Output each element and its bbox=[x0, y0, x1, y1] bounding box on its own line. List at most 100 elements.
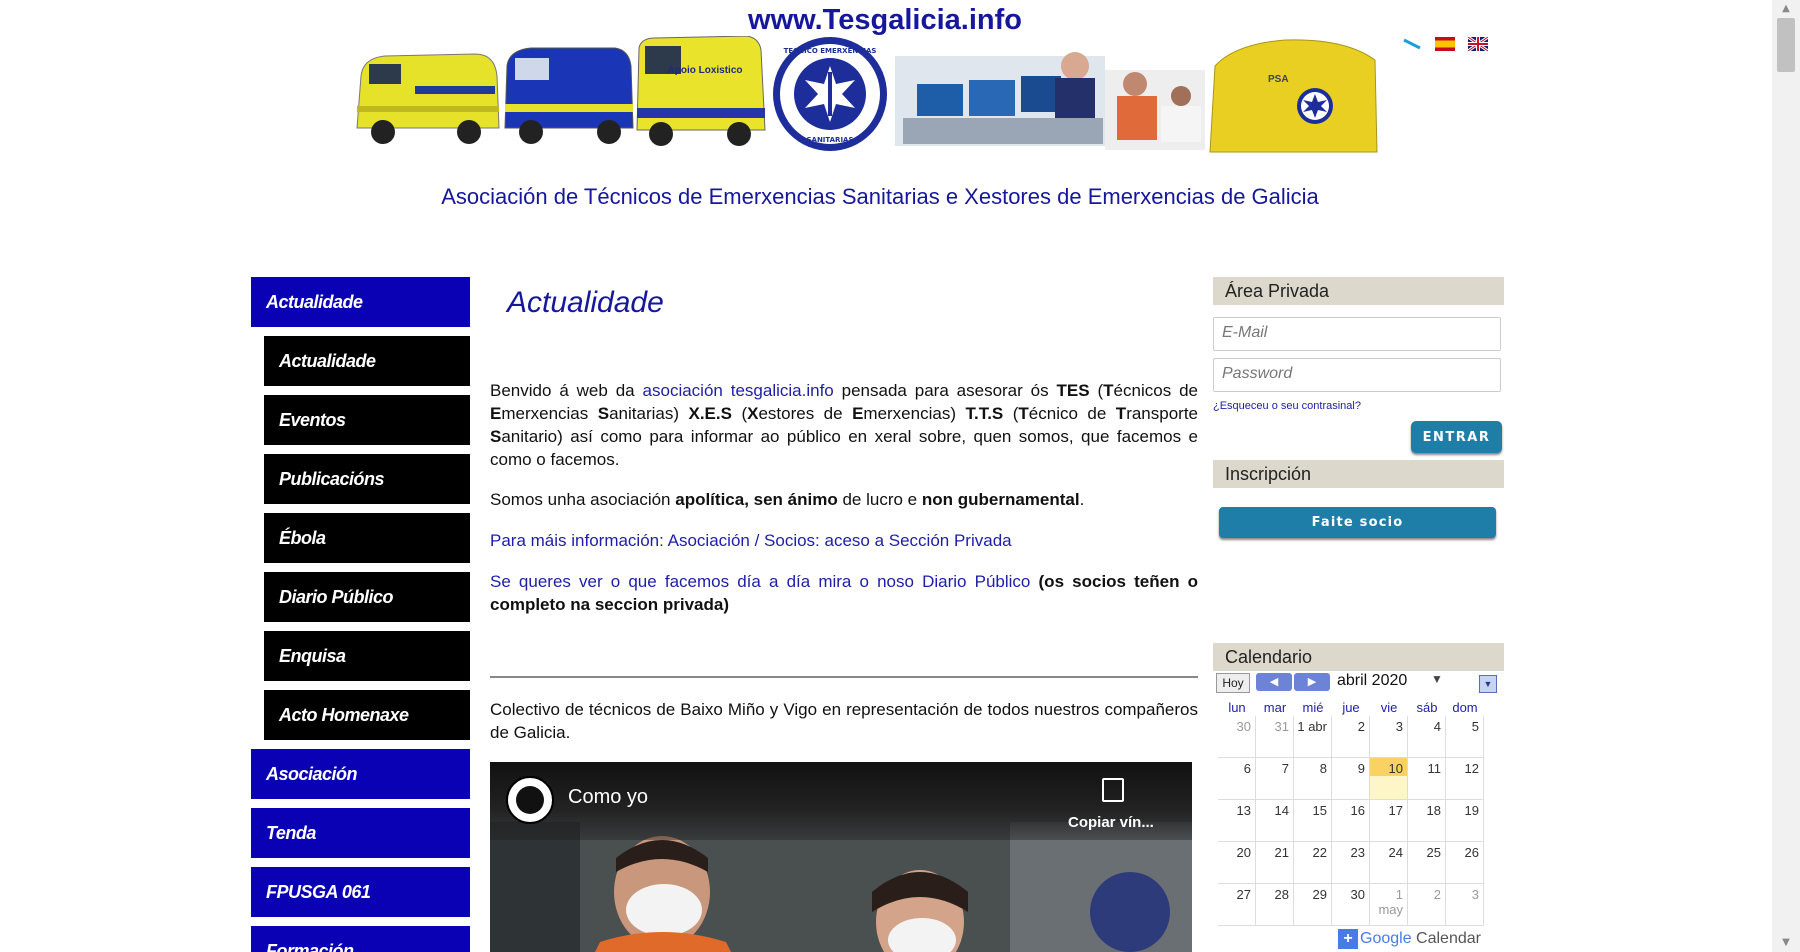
intro-bold: X.E.S bbox=[688, 404, 732, 423]
calendar-day[interactable]: 2 bbox=[1332, 716, 1370, 758]
site-subtitle: Asociación de Técnicos de Emerxencias Sa… bbox=[441, 184, 1319, 209]
calendar-day[interactable]: 26 bbox=[1446, 842, 1484, 884]
copy-link-label[interactable]: Copiar vín... bbox=[1068, 814, 1154, 831]
calendar-day[interactable]: 27 bbox=[1218, 884, 1256, 926]
become-member-button[interactable]: Faite socio bbox=[1219, 507, 1496, 538]
calendar-day[interactable]: 20 bbox=[1218, 842, 1256, 884]
calendar-day[interactable]: 9 bbox=[1332, 758, 1370, 800]
about-text: Somos unha asociación bbox=[490, 490, 676, 509]
header-banner[interactable]: Apoio Loxistico TECNICO EMERXENCIAS SANI… bbox=[355, 35, 1380, 154]
calendar-day-today[interactable]: 10 bbox=[1370, 758, 1408, 800]
nav-subitem-acto-homenaxe[interactable]: Acto Homenaxe bbox=[264, 690, 470, 740]
calendar-day[interactable]: 21 bbox=[1256, 842, 1294, 884]
nav-item-actualidade[interactable]: Actualidade bbox=[251, 277, 470, 327]
calendar-day[interactable]: 14 bbox=[1256, 800, 1294, 842]
email-field[interactable]: E-Mail bbox=[1213, 317, 1501, 351]
calendar-day[interactable]: 1 may bbox=[1370, 884, 1408, 926]
diario-publico-link[interactable]: Diario Público bbox=[922, 572, 1030, 591]
calendar-day[interactable]: 3 bbox=[1446, 884, 1484, 926]
association-page-link[interactable]: Asociación bbox=[668, 531, 750, 550]
nav-subitem-enquisa[interactable]: Enquisa bbox=[264, 631, 470, 681]
inscription-title: Inscripción bbox=[1213, 460, 1504, 488]
calendar-day[interactable]: 24 bbox=[1370, 842, 1408, 884]
calendar-day[interactable]: 19 bbox=[1446, 800, 1484, 842]
intro-text: merxencias bbox=[501, 404, 598, 423]
calendar-month[interactable]: abril 2020 bbox=[1337, 672, 1407, 690]
ambulance-icon bbox=[636, 35, 766, 146]
calendar-day[interactable]: 13 bbox=[1218, 800, 1256, 842]
calendar-day[interactable]: 23 bbox=[1332, 842, 1370, 884]
calendar-day[interactable]: 7 bbox=[1256, 758, 1294, 800]
intro-bold: S bbox=[597, 404, 610, 423]
calendar-day[interactable]: 22 bbox=[1294, 842, 1332, 884]
calendar-day[interactable]: 12 bbox=[1446, 758, 1484, 800]
nav-item-asociacion[interactable]: Asociación bbox=[251, 749, 470, 799]
intro-text: écnico de bbox=[1028, 404, 1116, 423]
intro-text: pensada para asesorar ós bbox=[833, 381, 1057, 400]
prev-month-button[interactable]: ◀ bbox=[1256, 673, 1292, 691]
calendar-day[interactable]: 31 bbox=[1256, 716, 1294, 758]
intro-bold: TES bbox=[1056, 381, 1090, 400]
video-title[interactable]: Como yo bbox=[568, 786, 648, 809]
calendar-day[interactable]: 5 bbox=[1446, 716, 1484, 758]
weekday-label: dom bbox=[1452, 700, 1478, 715]
nav-item-formacion[interactable]: Formación bbox=[251, 926, 470, 952]
google-brand: Google bbox=[1360, 930, 1412, 948]
nav-item-tenda[interactable]: Tenda bbox=[251, 808, 470, 858]
next-month-button[interactable]: ▶ bbox=[1294, 673, 1330, 691]
calendar-day[interactable]: 18 bbox=[1408, 800, 1446, 842]
spain-flag-icon[interactable] bbox=[1435, 36, 1455, 51]
channel-avatar[interactable] bbox=[506, 776, 554, 824]
site-url-title[interactable]: www.Tesgalicia.info bbox=[735, 4, 1035, 37]
scroll-down-icon[interactable]: ▼ bbox=[1772, 934, 1800, 952]
calendar-day[interactable]: 17 bbox=[1370, 800, 1408, 842]
calendar-day[interactable]: 3 bbox=[1370, 716, 1408, 758]
copy-link-icon[interactable] bbox=[1102, 778, 1124, 802]
weekday-label: jue bbox=[1342, 700, 1360, 715]
plus-icon[interactable]: + bbox=[1338, 929, 1358, 949]
calendar-day[interactable]: 15 bbox=[1294, 800, 1332, 842]
page-title: Actualidade bbox=[507, 286, 664, 319]
galego-flag-icon[interactable] bbox=[1402, 36, 1422, 50]
scroll-up-icon[interactable]: ▲ bbox=[1772, 0, 1800, 18]
intro-paragraph: Benvido á web da asociación tesgalicia.i… bbox=[490, 379, 1198, 471]
uk-flag-icon[interactable] bbox=[1467, 35, 1489, 53]
scrollbar-thumb[interactable] bbox=[1777, 18, 1795, 72]
nav-subitem-ebola[interactable]: Ébola bbox=[264, 513, 470, 563]
calendar-day[interactable]: 4 bbox=[1408, 716, 1446, 758]
weekday-label: vie bbox=[1380, 700, 1398, 715]
calendar-day[interactable]: 16 bbox=[1332, 800, 1370, 842]
calendar-day[interactable]: 28 bbox=[1256, 884, 1294, 926]
login-button[interactable]: ENTRAR bbox=[1411, 421, 1502, 453]
calendar-day[interactable]: 30 bbox=[1332, 884, 1370, 926]
calendar-day[interactable]: 25 bbox=[1408, 842, 1446, 884]
intro-bold: E bbox=[852, 404, 864, 423]
calendar-day[interactable]: 30 bbox=[1218, 716, 1256, 758]
daily-text: Se queres ver o que facemos día a día mi… bbox=[490, 572, 923, 591]
about-text: de lucro e bbox=[837, 490, 922, 509]
calendar-day[interactable]: 2 bbox=[1408, 884, 1446, 926]
google-calendar-link[interactable]: + Google Calendar bbox=[1338, 929, 1481, 949]
browser-viewport: www.Tesgalicia.info Apoio Loxistico TECN… bbox=[0, 0, 1772, 952]
chevron-down-icon[interactable]: ▼ bbox=[1431, 672, 1443, 686]
nav-subitem-publicacions[interactable]: Publicacións bbox=[264, 454, 470, 504]
password-field[interactable]: Password bbox=[1213, 358, 1501, 392]
nav-subitem-actualidade[interactable]: Actualidade bbox=[264, 336, 470, 386]
youtube-video-embed[interactable]: Como yo Copiar vín... bbox=[490, 762, 1192, 952]
today-date: 10 bbox=[1370, 758, 1407, 776]
nav-subitem-eventos[interactable]: Eventos bbox=[264, 395, 470, 445]
vertical-scrollbar[interactable]: ▲ ▼ bbox=[1772, 0, 1800, 952]
today-button[interactable]: Hoy bbox=[1216, 673, 1250, 693]
calendar-day[interactable]: 29 bbox=[1294, 884, 1332, 926]
calendar-day[interactable]: 1 abr bbox=[1294, 716, 1332, 758]
calendar-day[interactable]: 6 bbox=[1218, 758, 1256, 800]
calendar-menu-icon[interactable]: ▼ bbox=[1479, 675, 1497, 693]
nav-subitem-diario-publico[interactable]: Diario Público bbox=[264, 572, 470, 622]
google-calendar-widget: Hoy ◀ ▶ abril 2020 ▼ ▼ lun mar mié jue v… bbox=[1213, 671, 1504, 952]
calendar-day[interactable]: 8 bbox=[1294, 758, 1332, 800]
calendar-day[interactable]: 11 bbox=[1408, 758, 1446, 800]
nav-item-fpusga-061[interactable]: FPUSGA 061 bbox=[251, 867, 470, 917]
forgot-password-link[interactable]: ¿Esqueceu o seu contrasinal? bbox=[1213, 400, 1361, 412]
private-section-link[interactable]: aceso a Sección Privada bbox=[825, 531, 1012, 550]
association-link[interactable]: asociación tesgalicia.info bbox=[643, 381, 834, 400]
